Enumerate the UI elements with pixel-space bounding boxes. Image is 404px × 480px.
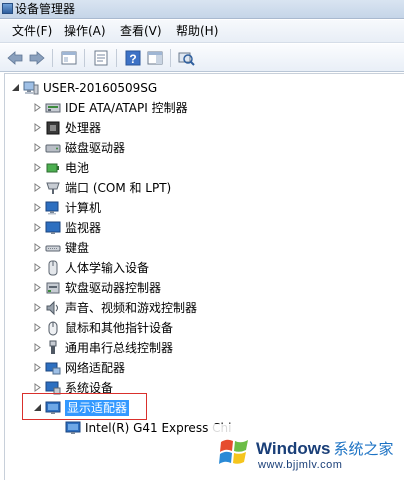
tree-item-label: 键盘 [65,241,90,255]
expand-triangle-icon[interactable] [33,283,42,292]
usb-icon [49,340,57,354]
battery-icon [46,163,59,173]
back-arrow-icon[interactable] [6,49,24,67]
hid-icon [48,260,58,276]
title-bar: 设备管理器 [0,0,404,19]
display-adapter-icon [65,421,81,434]
mouse-icon [48,321,58,336]
menu-bar: 文件(F) 操作(A) 查看(V) 帮助(H) [0,20,404,43]
tree-item-label: 网络适配器 [65,361,126,375]
watermark-url: www.bjjmlv.com [258,459,343,471]
properties-icon[interactable] [92,49,110,67]
tree-item-label: 端口 (COM 和 LPT) [65,181,172,195]
expand-triangle-icon[interactable] [33,143,42,152]
menu-file[interactable]: 文件(F) [12,24,52,39]
tree-item-label: 通用串行总线控制器 [65,341,174,355]
tree-item-floppy[interactable]: 软盘驱动器控制器 [33,278,393,298]
tree-item-label: 软盘驱动器控制器 [65,281,162,295]
monitor-icon [45,221,61,234]
expand-triangle-icon[interactable] [33,363,42,372]
computer-root-icon [23,81,39,95]
tree-item-label: 监视器 [65,221,102,235]
tree-item-ports[interactable]: 端口 (COM 和 LPT) [33,178,393,198]
tree-item-network[interactable]: 网络适配器 [33,358,393,378]
disk-drive-icon [45,144,61,153]
tree-item-label: 电池 [65,161,90,175]
tree-item-keyboard[interactable]: 键盘 [33,238,393,258]
menu-help[interactable]: 帮助(H) [176,24,218,39]
expand-triangle-icon[interactable] [33,123,42,132]
toolbar: ? [0,44,404,72]
tree-item-label: 处理器 [65,121,102,135]
show-hide-tree-icon[interactable] [60,49,78,67]
expand-triangle-icon[interactable] [33,203,42,212]
highlight-annotation-box [22,393,147,420]
expand-triangle-icon[interactable] [33,163,42,172]
expand-triangle-icon[interactable] [33,243,42,252]
keyboard-icon [45,245,61,252]
expand-triangle-icon[interactable] [33,383,42,392]
tree-item-disk[interactable]: 磁盘驱动器 [33,138,393,158]
tree-item-label: Intel(R) G41 Express Chi [85,421,232,435]
tree-item-processor[interactable]: 处理器 [33,118,393,138]
window-title: 设备管理器 [15,2,76,16]
network-adapter-icon [45,362,61,375]
device-manager-app-icon [2,3,13,14]
floppy-controller-icon [46,282,60,294]
expand-triangle-icon[interactable] [33,223,42,232]
expand-triangle-icon[interactable] [33,263,42,272]
tree-item-label: 计算机 [65,201,102,215]
tree-root[interactable]: USER-20160509SG [11,78,401,98]
tree-item-hid[interactable]: 人体学输入设备 [33,258,393,278]
svg-text:?: ? [129,52,136,66]
ide-controller-icon [45,103,61,113]
forward-arrow-icon[interactable] [28,49,46,67]
tree-item-sound[interactable]: 声音、视频和游戏控制器 [33,298,393,318]
expand-triangle-icon[interactable] [33,323,42,332]
watermark-brand: Windows 系统之家 [256,439,394,458]
processor-icon [46,121,60,135]
port-icon [46,182,60,194]
tree-item-label: 声音、视频和游戏控制器 [65,301,198,315]
tree-item-label: 磁盘驱动器 [65,141,126,155]
menu-view[interactable]: 查看(V) [120,24,162,39]
action-pane-icon[interactable] [146,49,164,67]
tree-item-label: IDE ATA/ATAPI 控制器 [65,101,188,115]
menu-action[interactable]: 操作(A) [64,24,106,39]
expand-triangle-icon[interactable] [33,183,42,192]
tree-item-usb[interactable]: 通用串行总线控制器 [33,338,393,358]
sound-icon [46,300,58,316]
tree-item-battery[interactable]: 电池 [33,158,393,178]
tree-item-computer[interactable]: 计算机 [33,198,393,218]
expand-triangle-icon[interactable] [33,343,42,352]
tree-item-monitor[interactable]: 监视器 [33,218,393,238]
windows-logo-icon [219,439,248,464]
watermark: Windows 系统之家 www.bjjmlv.com [212,424,404,480]
tree-item-label: 鼠标和其他指针设备 [65,321,174,335]
tree-root-label: USER-20160509SG [43,81,158,95]
computer-icon [45,201,59,215]
tree-item-label: 人体学输入设备 [65,261,150,275]
scan-hardware-icon[interactable] [177,49,195,67]
tree-item-ide[interactable]: IDE ATA/ATAPI 控制器 [33,98,393,118]
collapse-triangle-icon[interactable] [11,83,20,92]
expand-triangle-icon[interactable] [33,103,42,112]
help-icon[interactable]: ? [124,49,142,67]
tree-item-mouse[interactable]: 鼠标和其他指针设备 [33,318,393,338]
expand-triangle-icon[interactable] [33,303,42,312]
